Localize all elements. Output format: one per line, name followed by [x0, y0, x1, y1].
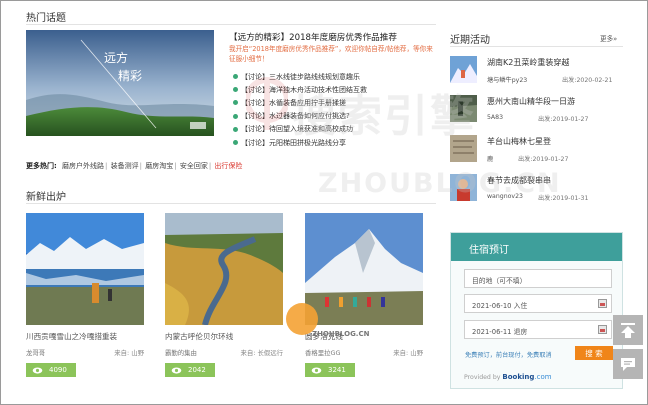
eye-icon [32, 366, 43, 374]
fresh-divider [26, 203, 436, 204]
activity-title-link[interactable]: 惠州大南山精华段一日游 [487, 96, 575, 107]
activity-thumb[interactable] [450, 174, 477, 201]
activity-date: 出发:2019-01-27 [518, 156, 569, 163]
chat-bubble-icon [621, 358, 635, 371]
card-image[interactable] [26, 213, 144, 325]
hot-topics-title: 热门话题 [26, 13, 66, 24]
card-title[interactable]: 圆梦洛克线 [305, 331, 423, 342]
topic-item[interactable]: 【讨论】水循装备应用拧手册揉搓 [233, 96, 438, 109]
activity-thumb[interactable] [450, 135, 477, 162]
more-hot-label: 更多热门: [26, 162, 57, 170]
card-meta: 香格里拉GG 来自: 山野 [305, 348, 423, 357]
views-count: 2042 [188, 366, 206, 374]
booking-panel: 住宿预订 目的地（可不填） 2021-06-10 入住 2021-06-11 退… [450, 232, 623, 389]
arrow-up-icon [621, 323, 635, 338]
svg-text:精彩: 精彩 [118, 69, 142, 83]
bullet-icon [233, 74, 238, 80]
card-image[interactable] [305, 213, 423, 325]
booking-title: 住宿预订 [451, 233, 622, 261]
activity-thumb[interactable] [450, 56, 477, 83]
bullet-icon [233, 87, 238, 93]
topic-item[interactable]: 【讨论】元阳梯田拼极光路线分享 [233, 136, 438, 149]
card-from[interactable]: 山野 [410, 349, 423, 357]
eye-icon [311, 366, 322, 374]
booking-logo[interactable]: Booking [502, 373, 534, 381]
eye-icon [171, 366, 182, 374]
activity-divider [450, 46, 623, 47]
card-from[interactable]: 长假远行 [257, 349, 283, 357]
svg-text:远方: 远方 [104, 50, 128, 65]
hot-link[interactable]: 装备测评 [111, 162, 139, 170]
views-count: 3241 [328, 366, 346, 374]
activity-organizer[interactable]: 鹿 [487, 154, 493, 163]
hero-topic-list: 【讨论】三水线徒步路线线规划意趣乐 【讨论】海洋独木舟活动技术性团结互救 【讨论… [233, 70, 438, 149]
activity-title: 近期活动 [450, 35, 490, 46]
card-author[interactable]: 香格里拉GG [305, 348, 340, 357]
card-author[interactable]: 龙哥哥 [26, 348, 45, 357]
activity-title-link[interactable]: 羊台山梅林七星登 [487, 136, 551, 147]
activity-title-link[interactable]: 春节去成都裂串串 [487, 175, 551, 186]
fresh-card[interactable]: 川西贡嘎雪山之冷嘎措重装 龙哥哥 来自: 山野 4090 [26, 213, 144, 377]
hero-image[interactable]: 远方 精彩 [26, 30, 214, 136]
views-badge: 3241 [305, 363, 355, 377]
provider-credit: Provided by Booking.com [464, 373, 552, 381]
topic-item[interactable]: 【讨论】待回望入境获准和高校成功 [233, 123, 438, 136]
calendar-icon[interactable] [598, 325, 607, 334]
back-to-top-button[interactable] [613, 315, 643, 345]
destination-input[interactable]: 目的地（可不填） [464, 269, 612, 288]
more-hot-row: 更多热门: 磨房户外线路| 装备测评| 磨房淘宝| 安全回家| 出行保险 [26, 162, 243, 170]
hot-link[interactable]: 磨房淘宝 [145, 162, 173, 170]
activity-date: 出发:2019-01-27 [538, 116, 589, 123]
activity-date: 出发:2020-02-21 [562, 77, 613, 84]
fresh-card[interactable]: 内蒙古呼伦贝尔环线 霸勤的集由 来自: 长假远行 2042 [165, 213, 283, 377]
hot-divider [26, 24, 436, 25]
card-from-label: 来自: [114, 349, 130, 357]
activity-thumb[interactable] [450, 95, 477, 122]
activity-organizer[interactable]: 塘与鳞牛py23 [487, 75, 527, 84]
activity-date: 出发:2019-01-31 [538, 195, 589, 202]
card-meta: 龙哥哥 来自: 山野 [26, 348, 144, 357]
topic-item[interactable]: 【讨论】三水线徒步路线线规划意趣乐 [233, 70, 438, 83]
bullet-icon [233, 113, 238, 119]
search-button[interactable]: 搜 索 [575, 346, 613, 360]
topic-item[interactable]: 【讨论】水过器装备如何应付挑选? [233, 110, 438, 123]
bullet-icon [233, 126, 238, 132]
hot-link[interactable]: 磨房户外线路 [62, 162, 104, 170]
card-title[interactable]: 内蒙古呼伦贝尔环线 [165, 331, 283, 342]
activity-title-link[interactable]: 湖南K2丑菜岭重装穿越 [487, 57, 569, 68]
activity-more-link[interactable]: 更多» [600, 33, 617, 43]
views-badge: 4090 [26, 363, 76, 377]
fresh-title: 新鲜出炉 [26, 192, 66, 203]
checkin-date-input[interactable]: 2021-06-10 入住 [464, 294, 612, 313]
views-badge: 2042 [165, 363, 215, 377]
hot-link[interactable]: 安全回家 [180, 162, 208, 170]
calendar-icon[interactable] [598, 299, 607, 308]
bullet-icon [233, 100, 238, 106]
card-meta: 霸勤的集由 来自: 长假远行 [165, 348, 283, 357]
hot-link-insurance[interactable]: 出行保险 [214, 162, 242, 170]
card-from[interactable]: 山野 [131, 349, 144, 357]
card-from-label: 来自: [393, 349, 409, 357]
hero-description: 我开启“2018年度磨房优秀作品推荐”，欢迎你帖自荐/帖他荐，等你来征服小细节！ [229, 45, 433, 63]
bullet-icon [233, 140, 238, 146]
feedback-button[interactable] [613, 349, 643, 379]
card-image[interactable] [165, 213, 283, 325]
card-from-label: 来自: [240, 349, 256, 357]
activity-organizer[interactable]: wangnov23 [487, 193, 523, 200]
topic-item[interactable]: 【讨论】海洋独木舟活动技术性团结互救 [233, 83, 438, 96]
card-title[interactable]: 川西贡嘎雪山之冷嘎措重装 [26, 331, 144, 342]
activity-item[interactable]: 羊台山梅林七星登 鹿 出发:2019-01-27 [450, 135, 625, 167]
card-author[interactable]: 霸勤的集由 [165, 348, 197, 357]
hero-title-link[interactable]: 【远方的精彩】2018年度磨房优秀作品推荐 [229, 31, 434, 43]
activity-item[interactable]: 湖南K2丑菜岭重装穿越 塘与鳞牛py23 出发:2020-02-21 [450, 56, 625, 88]
activity-organizer[interactable]: 5A83 [487, 114, 503, 121]
fresh-card[interactable]: 圆梦洛克线 香格里拉GG 来自: 山野 3241 [305, 213, 423, 377]
views-count: 4090 [49, 366, 67, 374]
activity-item[interactable]: 惠州大南山精华段一日游 5A83 出发:2019-01-27 [450, 95, 625, 127]
free-booking-link[interactable]: 免费预订，前台现付，免费取消 [465, 350, 552, 359]
checkout-date-input[interactable]: 2021-06-11 退房 [464, 320, 612, 339]
activity-item[interactable]: 春节去成都裂串串 wangnov23 出发:2019-01-31 [450, 174, 625, 206]
